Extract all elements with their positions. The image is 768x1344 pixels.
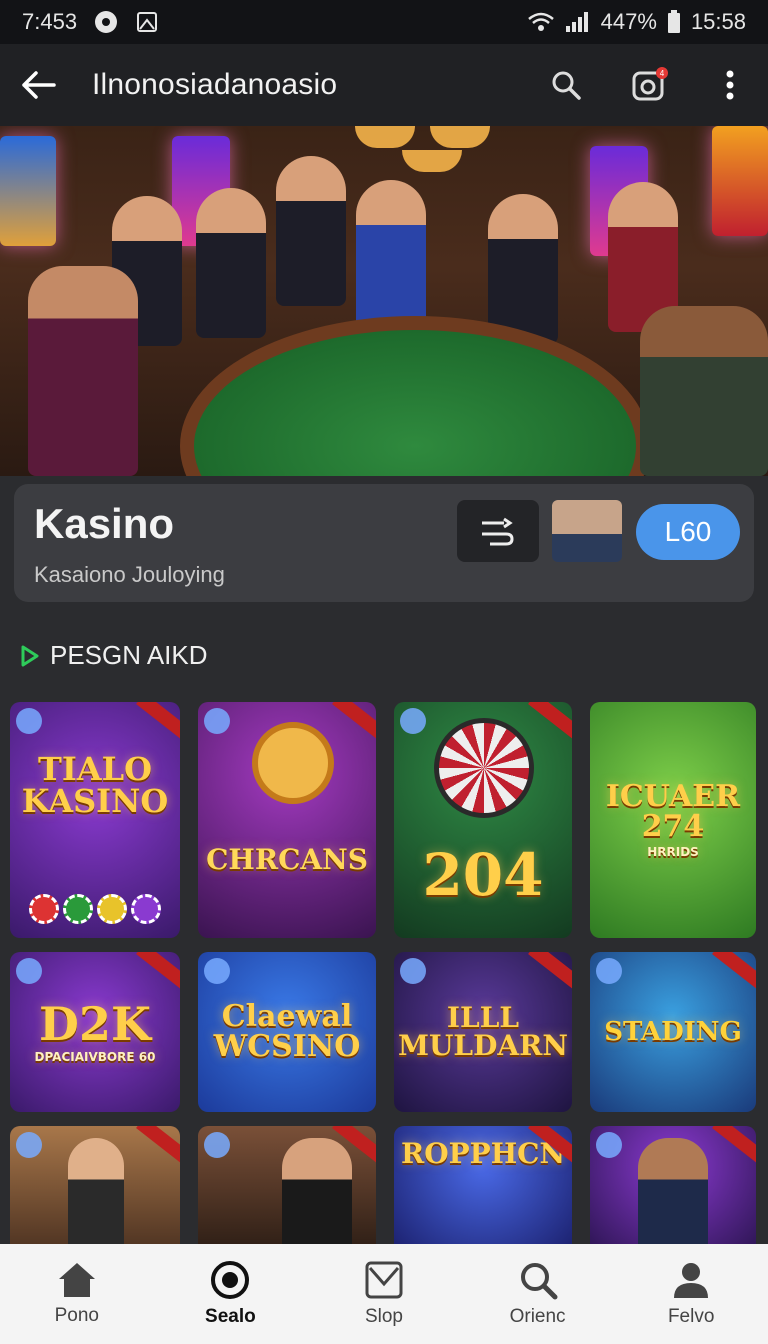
game-title-text: D2K [39,997,151,1051]
notifications-button[interactable]: 4 [628,65,668,105]
game-tile[interactable] [198,1126,376,1256]
game-title: ICUAER 274 HRRIDS [590,779,756,859]
roulette-icon [434,718,534,818]
game-tile[interactable]: STADING [590,952,756,1112]
home-icon [58,1263,95,1297]
card-title: Kasino [34,500,175,547]
game-tile[interactable]: ILLL MULDARN [394,952,572,1112]
game-grid: TIALO KASINO CHRCANS 204 ICUAER 274 HRRI… [10,702,758,1256]
sound-icon [204,1132,230,1158]
app-title: Ilnonosiadanoasio [92,68,338,101]
sound-icon [400,958,426,984]
notification-dot-icon [95,11,118,33]
arrow-left-icon [22,71,56,99]
sound-icon [16,708,42,734]
mail-icon [365,1261,403,1299]
game-tile[interactable]: ICUAER 274 HRRIDS [590,702,756,938]
ribbon-icon [136,952,180,991]
back-button[interactable] [18,65,58,105]
ribbon-icon [136,1126,180,1165]
status-time: 7:453 [22,9,78,34]
game-title: 204 [422,841,544,909]
nav-label: Slop [364,1306,403,1327]
ribbon-icon [136,702,180,741]
nav-item-home[interactable]: Pono [17,1261,137,1327]
game-title-text: ICUAER 274 [605,779,741,844]
battery-percent: 447% [600,9,657,34]
game-tile[interactable]: Claewal WCSINO [198,952,376,1112]
sound-icon [16,1132,42,1158]
search-icon [520,1263,558,1300]
game-tile[interactable]: ROPPHCN [394,1126,572,1256]
nav-label: Pono [54,1305,99,1326]
wifi-icon [527,12,554,31]
notification-badge: 4 [656,67,668,79]
nav-item-sealo[interactable]: Sealo [170,1260,290,1328]
sound-icon [596,1132,622,1158]
signal-icon [565,12,588,32]
game-title: ILLL MULDARN [398,1001,568,1062]
avatar[interactable] [552,500,622,562]
game-title: D2K DPACIAIVBORE 60 [29,1001,162,1063]
bottom-navigation: Pono Sealo Slop Orienc Felvo [0,1244,768,1344]
game-tile[interactable]: 204 [394,702,572,938]
hero-banner-image [0,126,768,476]
sound-icon [204,958,230,984]
more-options-button[interactable] [710,65,750,105]
level-badge[interactable]: L60 [636,504,740,560]
ribbon-icon [528,952,572,991]
ribbon-icon [332,702,376,741]
game-tile[interactable]: TIALO KASINO [10,702,180,938]
search-icon [552,71,581,100]
nav-item-slop[interactable]: Slop [324,1260,444,1328]
image-notification-icon [137,12,158,32]
nav-item-orienc[interactable]: Orienc [478,1260,598,1328]
more-vertical-icon [726,70,734,100]
play-outline-icon [21,645,39,666]
sound-icon [400,708,426,734]
record-icon [211,1261,250,1299]
app-bar: Ilnonosiadanoasio 4 [0,44,768,126]
sound-icon [16,958,42,984]
game-tile[interactable]: D2K DPACIAIVBORE 60 [10,952,180,1112]
filter-button[interactable] [457,500,539,562]
nav-label: Sealo [205,1306,256,1327]
battery-icon [667,10,680,33]
game-title: STADING [604,1017,742,1047]
filter-icon [482,517,514,546]
section-header: PESGN AIKD [20,640,208,671]
sound-icon [596,958,622,984]
game-title: ROPPHCN [400,1137,566,1170]
game-title: CHRCANS [206,843,368,876]
game-tile[interactable] [590,1126,756,1256]
game-title: TIALO KASINO [21,750,169,820]
nav-item-felvo[interactable]: Felvo [631,1260,751,1328]
search-button[interactable] [546,65,586,105]
section-title: PESGN AIKD [50,640,208,670]
card-subtitle: Kasaiono Jouloying [34,562,225,587]
status-clock: 15:58 [690,9,746,34]
game-subtitle: DPACIAIVBORE 60 [34,1050,156,1064]
person-icon [674,1263,709,1298]
nav-label: Orienc [509,1306,566,1327]
sound-icon [204,708,230,734]
ribbon-icon [528,702,572,741]
nav-label: Felvo [667,1306,715,1327]
game-title: Claewal WCSINO [213,999,361,1064]
game-tile[interactable]: CHRCANS [198,702,376,938]
ribbon-icon [712,952,756,991]
game-subtitle: HRRIDS [647,845,699,859]
ribbon-icon [712,1126,756,1165]
game-tile[interactable] [10,1126,180,1256]
info-card: Kasino Kasaiono Jouloying L60 [14,484,754,602]
status-bar: 7:453 447% 15:58 [0,0,768,44]
